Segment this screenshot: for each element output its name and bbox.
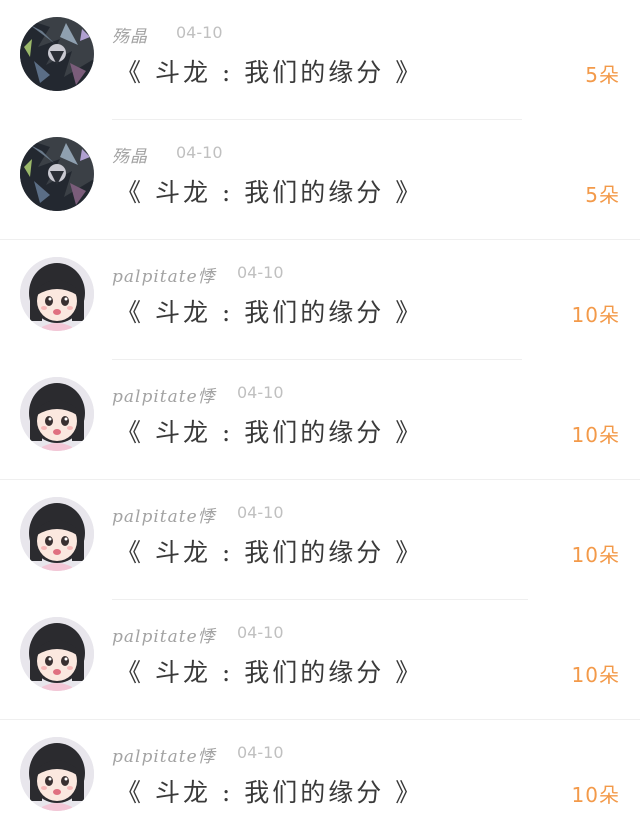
list-item[interactable]: palpitate悸 04-10 《 斗龙 : 我们的缘分 》 10朵: [0, 360, 640, 480]
username[interactable]: 殇晶: [112, 22, 148, 47]
avatar[interactable]: [20, 737, 94, 811]
avatar[interactable]: [20, 617, 94, 691]
gift-count: 10朵: [571, 303, 620, 327]
gift-count: 5朵: [585, 183, 620, 207]
list-item[interactable]: palpitate悸 04-10 《 斗龙 : 我们的缘分 》 10朵: [0, 480, 640, 600]
date: 04-10: [237, 263, 284, 282]
avatar[interactable]: [20, 257, 94, 331]
list-item[interactable]: palpitate悸 04-10 《 斗龙 : 我们的缘分 》 10朵: [0, 600, 640, 720]
gift-title: 《 斗龙 : 我们的缘分 》: [116, 538, 424, 567]
date: 04-10: [176, 143, 223, 162]
list-item[interactable]: 殇晶 04-10 《 斗龙 : 我们的缘分 》 5朵: [0, 120, 640, 240]
list-item[interactable]: palpitate悸 04-10 《 斗龙 : 我们的缘分 》 10朵: [0, 240, 640, 360]
username[interactable]: palpitate悸: [112, 502, 216, 527]
gift-title: 《 斗龙 : 我们的缘分 》: [116, 58, 424, 87]
gift-title: 《 斗龙 : 我们的缘分 》: [116, 178, 424, 207]
username[interactable]: palpitate悸: [112, 382, 216, 407]
anime-girl-avatar-icon: [20, 617, 94, 691]
gift-count: 5朵: [585, 63, 620, 87]
dark-anime-avatar-icon: [20, 137, 94, 211]
date: 04-10: [237, 623, 284, 642]
gift-title: 《 斗龙 : 我们的缘分 》: [116, 418, 424, 447]
username[interactable]: 殇晶: [112, 142, 148, 167]
username[interactable]: palpitate悸: [112, 622, 216, 647]
date: 04-10: [176, 23, 223, 42]
gift-title: 《 斗龙 : 我们的缘分 》: [116, 658, 424, 687]
avatar[interactable]: [20, 17, 94, 91]
date: 04-10: [237, 383, 284, 402]
dark-anime-avatar-icon: [20, 17, 94, 91]
gift-count: 10朵: [571, 543, 620, 567]
gift-count: 10朵: [571, 663, 620, 687]
gift-title: 《 斗龙 : 我们的缘分 》: [116, 298, 424, 327]
anime-girl-avatar-icon: [20, 497, 94, 571]
username[interactable]: palpitate悸: [112, 262, 216, 287]
date: 04-10: [237, 743, 284, 762]
anime-girl-avatar-icon: [20, 257, 94, 331]
anime-girl-avatar-icon: [20, 737, 94, 811]
gift-count: 10朵: [571, 423, 620, 447]
gift-count: 10朵: [571, 783, 620, 807]
avatar[interactable]: [20, 377, 94, 451]
gift-record-list: 殇晶 04-10 《 斗龙 : 我们的缘分 》 5朵 殇晶 04-10 《 斗龙…: [0, 0, 640, 833]
anime-girl-avatar-icon: [20, 377, 94, 451]
gift-title: 《 斗龙 : 我们的缘分 》: [116, 778, 424, 807]
avatar[interactable]: [20, 497, 94, 571]
avatar[interactable]: [20, 137, 94, 211]
username[interactable]: palpitate悸: [112, 742, 216, 767]
date: 04-10: [237, 503, 284, 522]
list-item[interactable]: 殇晶 04-10 《 斗龙 : 我们的缘分 》 5朵: [0, 0, 640, 120]
list-item[interactable]: palpitate悸 04-10 《 斗龙 : 我们的缘分 》 10朵: [0, 720, 640, 833]
